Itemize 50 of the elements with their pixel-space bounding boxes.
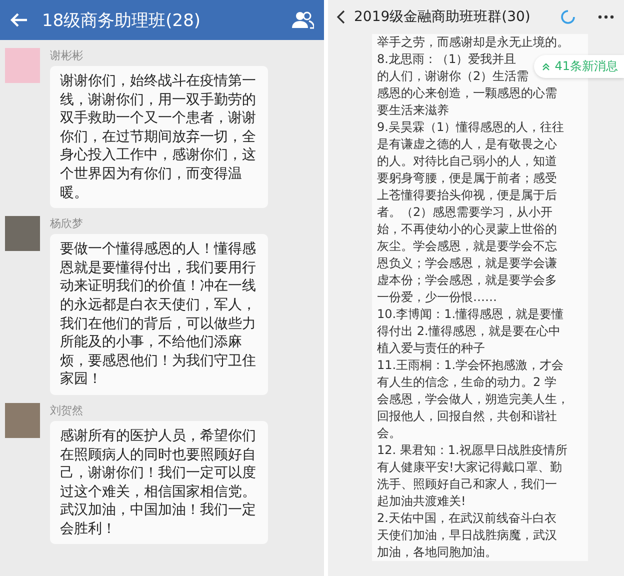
more-dots-icon — [598, 15, 614, 19]
message-line: 11.王雨桐：1.学会怀抱感激，才会 — [377, 357, 564, 374]
message-line: 始，不再使幼小的心灵蒙上世俗的 — [377, 221, 557, 238]
more-button[interactable] — [598, 15, 614, 19]
message-line: 要生活来滋养 — [377, 102, 449, 119]
message-line: 加油，各地同胞加油。 — [377, 544, 497, 561]
back-button[interactable] — [336, 9, 346, 25]
message-line: 的人。对待比自己弱小的人，知道 — [377, 153, 557, 170]
chat-title: 18级商务助理班(28) — [42, 10, 202, 32]
message-line: 会感恩，学会做人，朔造完美人生， — [377, 391, 569, 408]
message-line: 举手之劳，而感谢却是永无止境的。 — [377, 34, 569, 51]
sender-name: 刘贺然 — [50, 402, 84, 418]
new-messages-badge[interactable]: 41条新消息 — [534, 55, 624, 78]
chevron-left-icon — [336, 9, 346, 25]
message-line: 上苍懂得要抬头仰视，便是属于后 — [377, 187, 557, 204]
message-line: 洗手、照顾好自己和家人，我们一 — [377, 476, 557, 493]
people-icon — [292, 11, 314, 29]
message-line: 12. 果君知：1.祝愿早日战胜疫情所 — [377, 442, 568, 459]
double-chevron-up-icon — [542, 62, 550, 70]
message-line: 2.天佑中国，在武汉前线奋斗白衣 — [377, 510, 556, 527]
message-line: 起加油共渡难关! — [377, 493, 466, 510]
badge-text: 41条新消息 — [554, 58, 618, 75]
message-line: 得付出 2.懂得感恩，就是要在心中 — [377, 323, 560, 340]
message-line: 灰尘。学会感恩，就是要学会不忘 — [377, 238, 557, 255]
message-line: 的人们，谢谢你（2）生活需 — [377, 68, 529, 85]
message-line: 感恩的心来创造，一颗感恩的心需 — [377, 85, 557, 102]
message-bubble: 谢谢你们，始终战斗在疫情第一线，谢谢你们，用一双手勤劳的双手救助一个又一个患者，谢谢你们，在过节期间放弃一切，全身心投入工作中，感谢你们，这个世界因为有你们，而变得温暖。 — [50, 66, 268, 208]
message-line: 虚本份；学会感恩，就是要学会多 — [377, 272, 557, 289]
message-bubble: 要做一个懂得感恩的人！懂得感恩就是要懂得付出，我们要用行动来证明我们的价值！冲在一线的永远都是白衣天使们，军人，我们在他们的背后，可以做些力所能及的小事，不给他们添麻烦，要感恩他们！为我们守卫住家园！ — [50, 234, 268, 395]
members-button[interactable] — [292, 11, 314, 29]
message-line: 8.龙思雨：（1）爱我并且 — [377, 51, 516, 68]
message-line: 会。 — [377, 425, 401, 442]
chat-title: 2019级金融商助班班群(30) — [354, 8, 532, 26]
message-line: 天使们加油，早日战胜病魔，武汉 — [377, 527, 557, 544]
sender-name: 杨欣梦 — [50, 216, 84, 232]
message-line: 是有谦虚之德的人，是有敬畏之心 — [377, 136, 557, 153]
message-line: 9.吴昊霖（1）懂得感恩的人，往往 — [377, 119, 564, 136]
back-arrow-icon — [10, 12, 28, 28]
message-line: 回报他人，回报自然，共创和谐社 — [377, 408, 557, 425]
message-bubble: 感谢所有的医护人员，希望你们在照顾病人的同时也要照顾好自己，谢谢你们！我们一定可以度过这个难关，相信国家相信党。武汉加油，中国加油！我们一定会胜利！ — [50, 420, 268, 544]
message-line: 恩负义；学会感恩，就是要学会谦 — [377, 255, 557, 272]
message-line: 一份爱，少一份恨…… — [377, 289, 497, 306]
message-line: 有人生的信念，生命的动力。2 学 — [377, 374, 556, 391]
message-line: 有人健康平安!大家记得戴口罩、勤 — [377, 459, 562, 476]
message-line: 植入爱与责任的种子 — [377, 340, 485, 357]
message-line: 10.李博闻：1.懂得感恩，就是要懂 — [377, 306, 564, 323]
message-line: 者。（2）感恩需要学习，从小开 — [377, 204, 553, 221]
message-line: 要躬身弯腰，便是属于前者；感受 — [377, 170, 557, 187]
loading-spinner-icon — [560, 9, 576, 25]
sender-name: 谢彬彬 — [50, 48, 84, 63]
